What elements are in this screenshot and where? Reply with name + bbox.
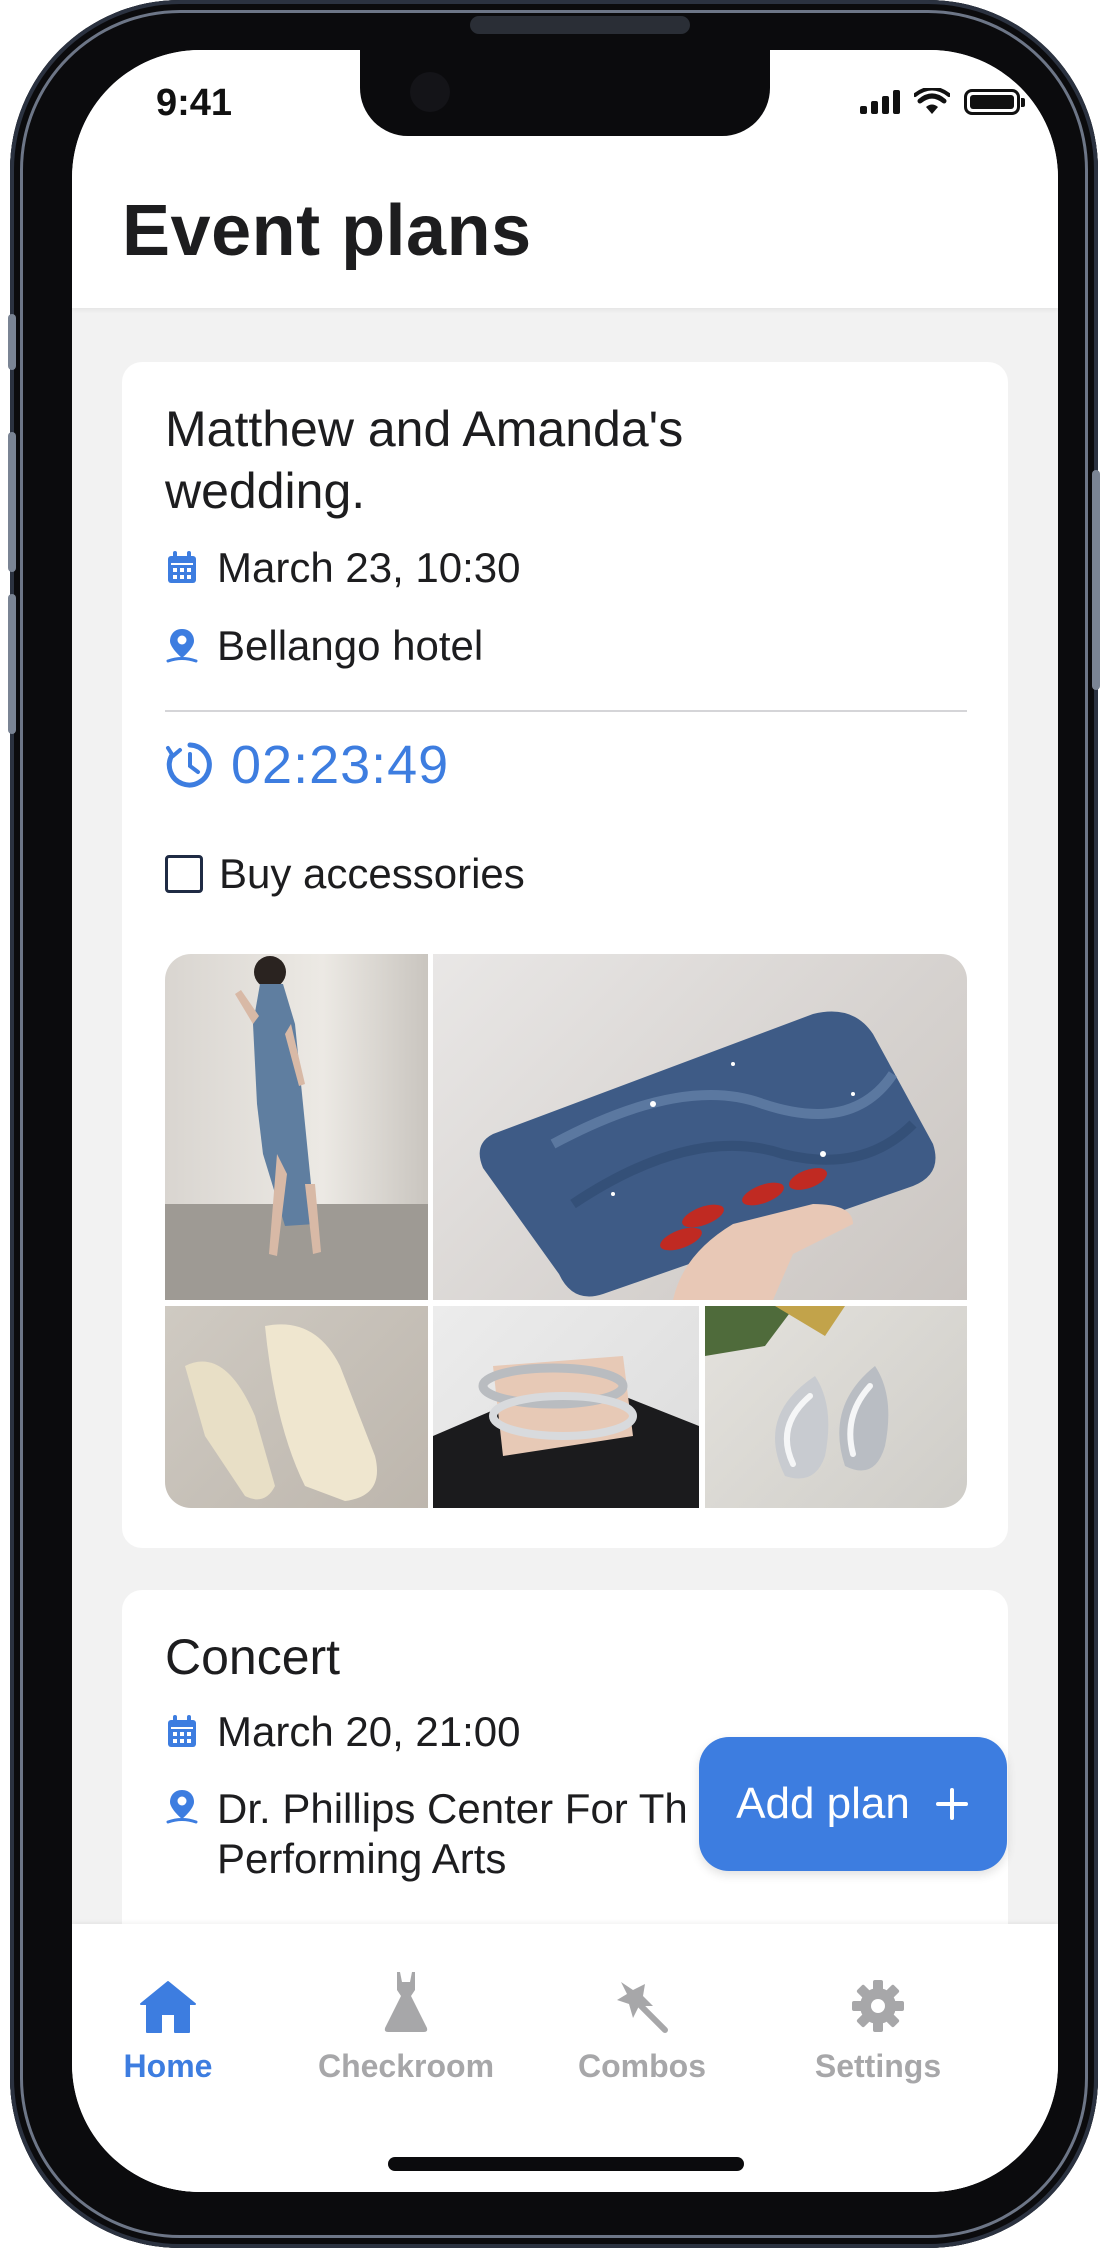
magic-wand-icon xyxy=(617,1982,668,2033)
photo-blue-dress[interactable] xyxy=(165,954,428,1300)
phone-frame: 9:41 Event plans Matthew and Amanda's we… xyxy=(8,0,1100,2248)
countdown-timer: 02:23:49 xyxy=(165,734,449,796)
status-icons xyxy=(860,88,1025,116)
event-title: Matthew and Amanda's wedding. xyxy=(165,401,684,519)
event-card-wedding[interactable]: Matthew and Amanda's wedding. March 23, … xyxy=(122,362,1008,1548)
tab-combos[interactable]: Combos xyxy=(532,1964,752,2085)
location-pin-icon xyxy=(165,1788,199,1826)
countdown-value: 02:23:49 xyxy=(231,735,450,795)
home-icon xyxy=(140,1981,196,2033)
event-date-row: March 20, 21:00 xyxy=(165,1708,521,1756)
tab-settings[interactable]: Settings xyxy=(768,1964,988,2085)
cellular-signal-icon xyxy=(860,90,900,114)
home-indicator[interactable] xyxy=(388,2157,744,2171)
task-checkbox[interactable] xyxy=(165,855,203,893)
power-button xyxy=(1092,470,1100,690)
outfit-gallery[interactable] xyxy=(165,954,967,1508)
photo-blue-clutch[interactable] xyxy=(433,954,967,1300)
volume-down-button xyxy=(8,594,16,734)
tab-settings-label: Settings xyxy=(814,2048,942,2084)
tab-combos-label: Combos xyxy=(578,2048,706,2084)
earpiece-speaker xyxy=(470,16,690,34)
gear-icon xyxy=(852,1980,904,2032)
bottom-tab-bar: Home Checkroom Combos Settings xyxy=(72,1924,1058,2192)
mute-switch xyxy=(8,314,16,370)
app-screen: 9:41 Event plans Matthew and Amanda's we… xyxy=(72,50,1058,2192)
volume-up-button xyxy=(8,432,16,572)
timer-icon xyxy=(166,742,212,788)
calendar-icon xyxy=(165,1713,199,1751)
tab-checkroom[interactable]: Checkroom xyxy=(296,1964,516,2085)
notch xyxy=(360,50,770,136)
event-location: Dr. Phillips Center For Th Performing Ar… xyxy=(217,1784,688,1884)
event-location-row: Bellango hotel xyxy=(165,622,483,670)
event-location-row: Dr. Phillips Center For Th Performing Ar… xyxy=(165,1784,688,1884)
status-time: 9:41 xyxy=(156,82,233,124)
tab-home[interactable]: Home xyxy=(72,1964,278,2085)
event-title: Concert xyxy=(165,1629,341,1685)
photo-cream-heels[interactable] xyxy=(165,1306,428,1508)
photo-silver-earrings[interactable] xyxy=(705,1306,967,1508)
dress-icon xyxy=(384,1972,428,2032)
event-location-line2: Performing Arts xyxy=(217,1835,507,1882)
event-location: Bellango hotel xyxy=(217,622,484,669)
location-pin-icon xyxy=(165,627,199,665)
front-camera xyxy=(410,72,450,112)
calendar-icon xyxy=(165,549,199,587)
task-item[interactable]: Buy accessories xyxy=(165,850,525,898)
event-location-line1: Dr. Phillips Center For Th xyxy=(217,1785,688,1832)
task-label: Buy accessories xyxy=(219,850,525,897)
tab-home-label: Home xyxy=(123,2048,213,2084)
plus-icon xyxy=(935,1788,968,1820)
page-title: Event plans xyxy=(122,191,532,271)
tab-checkroom-label: Checkroom xyxy=(317,2048,495,2084)
wifi-icon xyxy=(914,88,950,114)
event-date: March 20, 21:00 xyxy=(217,1708,521,1755)
add-plan-button[interactable]: Add plan xyxy=(699,1737,1007,1871)
event-date: March 23, 10:30 xyxy=(217,544,521,591)
photo-silver-bracelets[interactable] xyxy=(433,1306,699,1508)
event-date-row: March 23, 10:30 xyxy=(165,544,521,592)
card-divider xyxy=(165,710,967,712)
battery-icon xyxy=(964,89,1025,115)
add-plan-label: Add plan xyxy=(736,1779,910,1828)
